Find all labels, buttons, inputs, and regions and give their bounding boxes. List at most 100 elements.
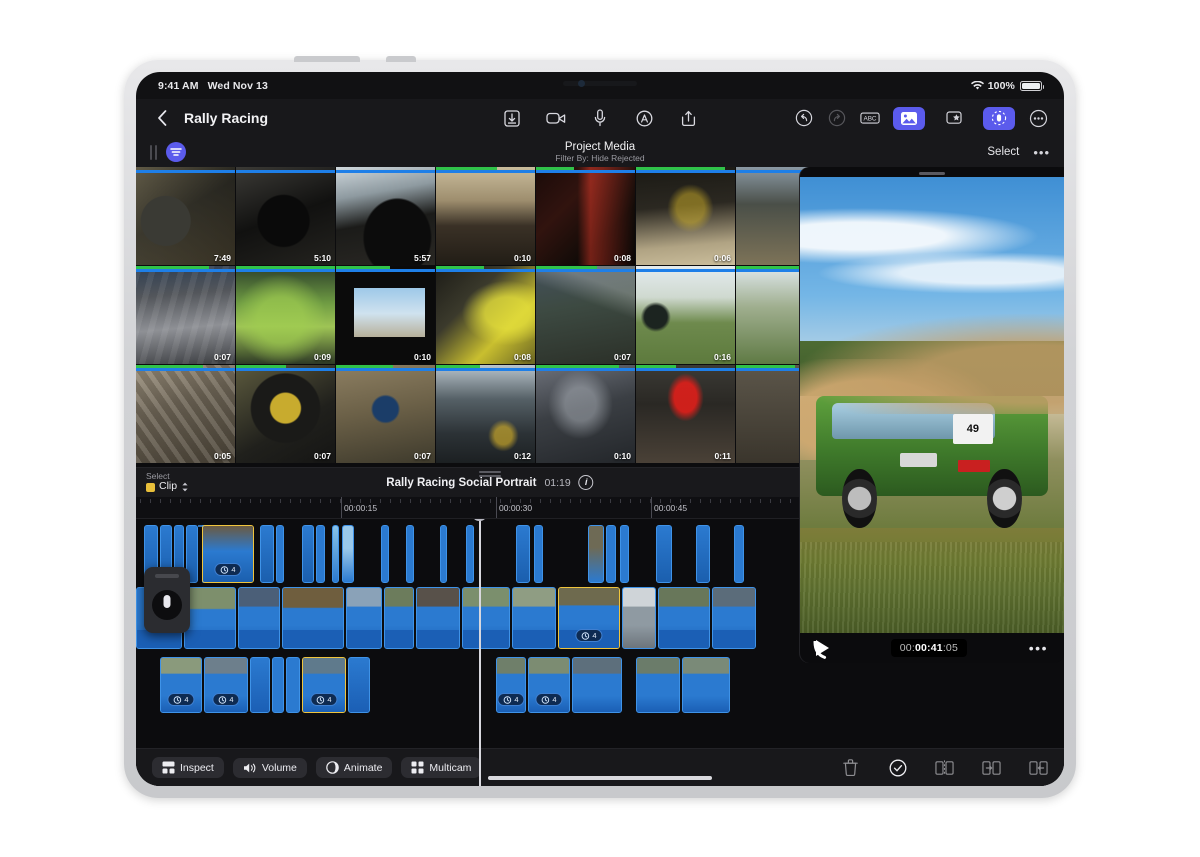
ruler-tick [300, 499, 301, 503]
media-thumbnail[interactable]: 0:07 [336, 365, 435, 463]
voiceover-icon[interactable] [634, 108, 654, 128]
import-icon[interactable] [502, 108, 522, 128]
trim-right-icon[interactable] [1029, 758, 1048, 777]
info-icon[interactable]: i [578, 475, 594, 490]
clip-speed-badge[interactable]: 4 [310, 693, 338, 706]
clip-swatch-icon [146, 482, 155, 492]
select-button[interactable]: Select [987, 146, 1019, 158]
share-icon[interactable] [678, 108, 698, 128]
ipad-device-frame: 9:41 AM Wed Nov 13 100% Rally Racing ABC… [124, 56, 1076, 798]
media-thumbnail[interactable]: 0:07 [236, 365, 335, 463]
more-icon[interactable] [1028, 108, 1048, 128]
ruler-label: 00:00:30 [499, 503, 533, 513]
ruler-tick [260, 499, 261, 503]
wifi-icon [970, 80, 984, 90]
clip-speed-badge[interactable]: 4 [497, 693, 525, 706]
ipad-screen: 9:41 AM Wed Nov 13 100% Rally Racing ABC… [136, 72, 1064, 786]
volume-button[interactable]: Volume [232, 757, 307, 778]
trash-icon[interactable] [841, 758, 860, 777]
ruler-tick [750, 499, 751, 503]
speed-icon [173, 695, 182, 704]
playhead[interactable] [472, 519, 487, 786]
enhance-icon[interactable] [983, 106, 1015, 130]
titles-icon[interactable]: ABC [860, 108, 880, 128]
clip-speed-badge[interactable]: 4 [214, 563, 242, 576]
ruler-tick [630, 499, 631, 503]
inspect-button[interactable]: Inspect [152, 757, 224, 778]
check-circle-icon[interactable] [888, 758, 907, 777]
microphone-icon[interactable] [590, 108, 610, 128]
media-thumbnail[interactable]: 0:12 [436, 365, 535, 463]
chevron-left-icon[interactable] [152, 108, 172, 128]
select-mode-dropdown[interactable]: Clip [146, 481, 189, 493]
player-timecode: 00:00:41:05 [890, 639, 968, 657]
media-thumbnail[interactable]: 0:05 [136, 365, 235, 463]
ruler-tick [190, 499, 191, 503]
ruler-tick [430, 499, 431, 503]
car-number: 49 [966, 422, 980, 435]
clip-duration: 5:57 [413, 253, 431, 263]
ruler-tick [690, 499, 691, 503]
preview-video[interactable]: 49 [800, 177, 1064, 633]
media-thumbnail[interactable]: 0:10 [336, 266, 435, 364]
media-thumbnail[interactable]: 0:16 [636, 266, 735, 364]
ruler-label: 00:00:45 [654, 503, 688, 513]
media-thumbnail[interactable]: 0:08 [436, 266, 535, 364]
ruler-tick [150, 499, 151, 503]
player-grip[interactable] [919, 172, 945, 175]
clip-speed-badge[interactable]: 4 [575, 629, 603, 642]
clip-duration: 0:12 [513, 451, 531, 461]
ruler-tick [560, 499, 561, 503]
ruler-tick [450, 499, 451, 503]
panel-grip [155, 144, 157, 160]
redo-icon[interactable] [827, 108, 847, 128]
split-icon[interactable] [935, 758, 954, 777]
animate-button[interactable]: Animate [315, 757, 393, 778]
media-thumbnail[interactable]: 0:09 [236, 266, 335, 364]
media-thumbnail[interactable]: 0:10 [536, 365, 635, 463]
player-controls: 00:00:41:05 ••• [800, 633, 1064, 663]
media-thumbnail[interactable]: 0:08 [536, 167, 635, 265]
ruler-tick [290, 499, 291, 503]
video-camera-icon[interactable] [546, 108, 566, 128]
editor-content: 7:49 5:10 5:57 0:10 0:08 0:06 0:07 0:09 … [136, 167, 1064, 786]
browser-more-icon[interactable]: ••• [1033, 145, 1050, 160]
undo-icon[interactable] [794, 108, 814, 128]
multicam-icon [411, 761, 424, 774]
jog-dial[interactable] [144, 567, 190, 633]
clip-speed-badge[interactable]: 4 [535, 693, 563, 706]
clip-duration: 0:08 [513, 352, 531, 362]
media-thumbnail[interactable]: 7:49 [136, 167, 235, 265]
media-thumbnail[interactable]: 5:10 [236, 167, 335, 265]
media-thumbnail[interactable]: 0:07 [536, 266, 635, 364]
browser-header: Project Media Filter By: Hide Rejected S… [136, 137, 1064, 167]
clip-duration: 0:08 [613, 253, 631, 263]
clip-duration: 0:09 [313, 352, 331, 362]
clip-speed-badge[interactable]: 4 [212, 693, 240, 706]
ruler-tick [790, 499, 791, 503]
media-thumbnail[interactable]: 0:06 [636, 167, 735, 265]
media-thumbnail[interactable]: 0:11 [636, 365, 735, 463]
filter-icon[interactable] [166, 142, 186, 162]
ruler-tick [390, 499, 391, 503]
ruler-tick [550, 499, 551, 503]
clip-duration: 0:05 [213, 451, 231, 461]
ruler-tick [410, 499, 411, 503]
trim-left-icon[interactable] [982, 758, 1001, 777]
multicam-button[interactable]: Multicam [401, 757, 482, 778]
clip-speed-badge[interactable]: 4 [167, 693, 195, 706]
media-thumbnail[interactable]: 5:57 [336, 167, 435, 265]
bottom-toolbar: Inspect Volume Animate Multicam [136, 748, 1064, 786]
ruler-tick [470, 499, 471, 503]
clip-duration: 0:07 [413, 451, 431, 461]
media-thumbnail[interactable]: 0:10 [436, 167, 535, 265]
ruler-tick [180, 499, 181, 503]
effects-icon[interactable] [938, 107, 970, 130]
sequence-name: Rally Racing Social Portrait [386, 476, 537, 489]
ruler-tick [160, 499, 161, 503]
clip-duration: 0:10 [513, 253, 531, 263]
media-thumbnail[interactable]: 0:07 [136, 266, 235, 364]
front-camera-lens [578, 80, 585, 87]
media-icon[interactable] [893, 106, 925, 130]
player-more-icon[interactable]: ••• [1029, 640, 1048, 656]
